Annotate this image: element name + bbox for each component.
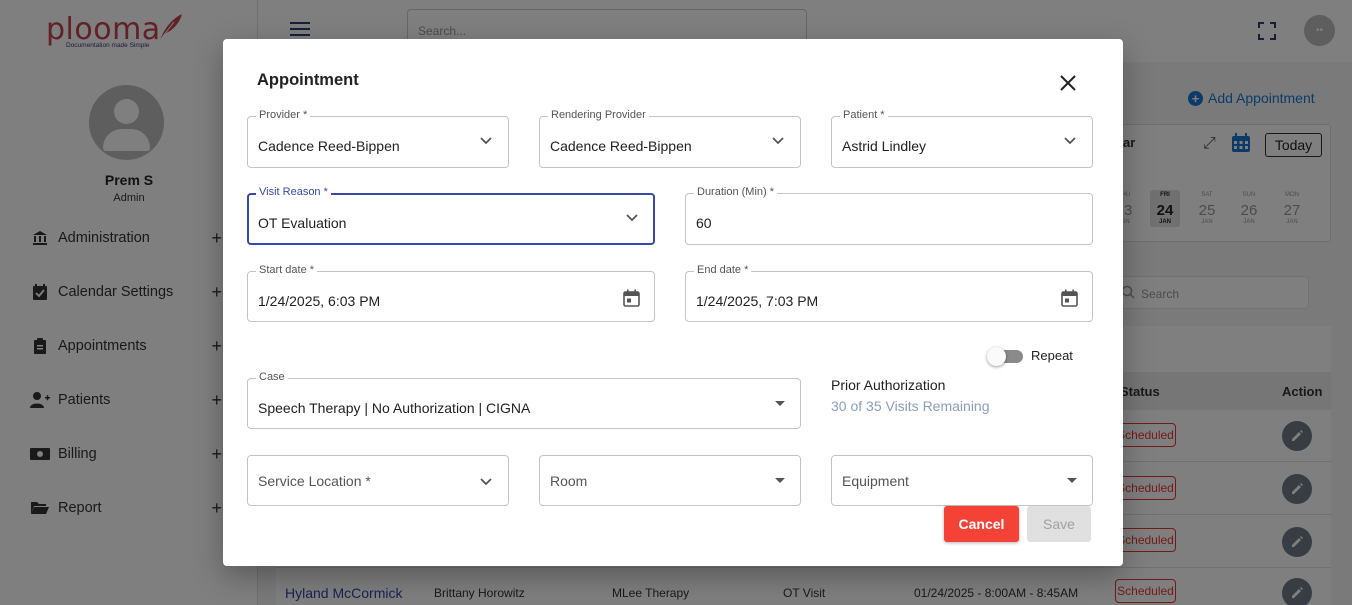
caret-down-icon[interactable] [775,401,785,406]
visit-reason-label: Visit Reason * [256,186,331,198]
start-date-label: Start date * [256,264,318,276]
patient-value: Astrid Lindley [842,138,927,154]
caret-down-icon[interactable] [775,478,785,483]
duration-value: 60 [696,215,712,231]
duration-input[interactable]: Duration (Min) * 60 [685,186,1093,245]
end-date-value: 1/24/2025, 7:03 PM [696,293,819,309]
start-date-picker[interactable]: Start date * 1/24/2025, 6:03 PM [247,264,655,322]
provider-label: Provider * [256,109,311,121]
chevron-down-icon[interactable] [480,137,492,145]
save-button[interactable]: Save [1027,506,1091,542]
end-date-picker[interactable]: End date * 1/24/2025, 7:03 PM [685,264,1093,322]
repeat-label: Repeat [1031,348,1073,363]
dialog-title: Appointment [257,71,359,89]
prior-authorization-remaining: 30 of 35 Visits Remaining [831,398,990,414]
case-value: Speech Therapy | No Authorization | CIGN… [258,400,531,416]
appointment-dialog: Appointment Provider * Cadence Reed-Bipp… [223,39,1123,566]
rendering-provider-select[interactable]: Rendering Provider Cadence Reed-Bippen [539,109,801,168]
cancel-button[interactable]: Cancel [944,506,1019,542]
equipment-select[interactable]: Equipment [831,455,1093,506]
chevron-down-icon[interactable] [626,214,638,222]
patient-label: Patient * [840,109,888,121]
rendering-provider-label: Rendering Provider [548,109,649,121]
chevron-down-icon[interactable] [772,137,784,145]
service-location-placeholder: Service Location * [258,473,371,489]
end-date-label: End date * [694,264,752,276]
calendar-icon[interactable] [1061,289,1078,307]
prior-authorization-title: Prior Authorization [831,377,946,393]
chevron-down-icon[interactable] [1064,137,1076,145]
room-select[interactable]: Room [539,455,801,506]
caret-down-icon[interactable] [1067,478,1077,483]
visit-reason-value: OT Evaluation [258,215,347,231]
patient-select[interactable]: Patient * Astrid Lindley [831,109,1093,168]
service-location-select[interactable]: Service Location * [247,455,509,506]
chevron-down-icon[interactable] [480,478,492,486]
visit-reason-select[interactable]: Visit Reason * OT Evaluation [247,186,655,245]
case-label: Case [256,371,288,383]
provider-value: Cadence Reed-Bippen [258,138,400,154]
start-date-value: 1/24/2025, 6:03 PM [258,293,381,309]
close-icon[interactable] [1058,73,1078,93]
provider-select[interactable]: Provider * Cadence Reed-Bippen [247,109,509,168]
equipment-placeholder: Equipment [842,473,909,489]
rendering-provider-value: Cadence Reed-Bippen [550,138,692,154]
repeat-toggle[interactable] [987,347,1025,366]
room-placeholder: Room [550,473,588,489]
duration-label: Duration (Min) * [694,186,778,198]
case-select[interactable]: Case Speech Therapy | No Authorization |… [247,371,801,429]
calendar-icon[interactable] [623,289,640,307]
